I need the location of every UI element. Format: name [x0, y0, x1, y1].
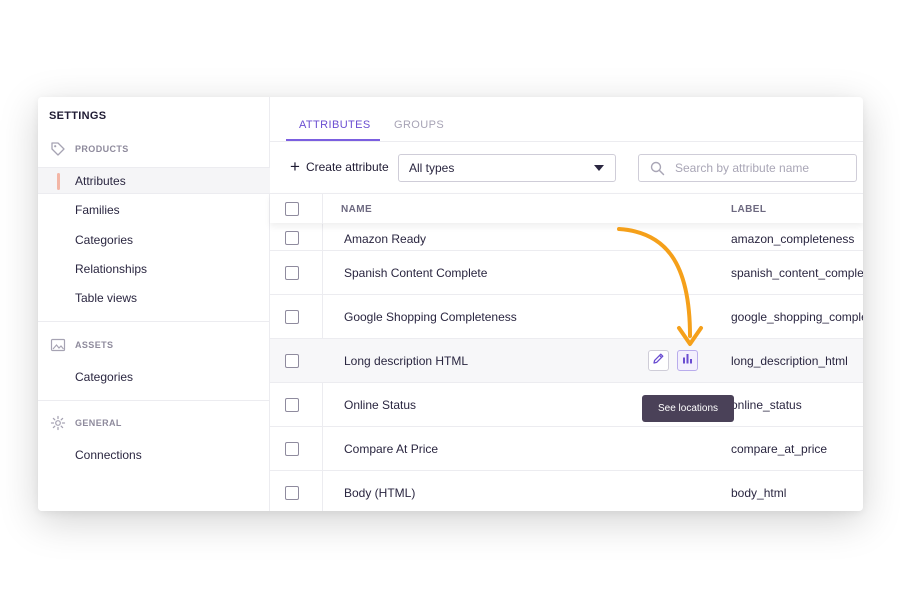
table-row[interactable]: Google Shopping Completeness google_shop… — [270, 295, 863, 339]
type-filter-value: All types — [409, 161, 455, 175]
sidebar-item-label: Table views — [75, 290, 138, 305]
attribute-name: Online Status — [344, 398, 417, 412]
active-tab-underline — [286, 139, 380, 141]
row-checkbox[interactable] — [285, 310, 299, 324]
gear-icon — [50, 415, 66, 431]
active-indicator — [57, 173, 60, 190]
bar-chart-icon — [681, 352, 694, 370]
see-locations-tooltip: See locations — [642, 395, 734, 422]
search-input[interactable] — [675, 161, 845, 175]
section-assets: ASSETS — [50, 335, 113, 355]
row-checkbox[interactable] — [285, 231, 299, 245]
create-attribute-label: Create attribute — [305, 160, 389, 174]
tab-groups[interactable]: GROUPS — [394, 119, 444, 131]
row-checkbox[interactable] — [285, 354, 299, 368]
table-row[interactable]: Online Status online_status — [270, 383, 863, 427]
attribute-label: compare_at_price — [731, 442, 828, 456]
create-attribute-button[interactable]: + Create attribute — [290, 157, 389, 176]
attribute-name: Compare At Price — [344, 442, 439, 456]
sidebar-item-label: Attributes — [75, 173, 126, 188]
table-row[interactable]: Compare At Price compare_at_price — [270, 427, 863, 471]
tab-attributes[interactable]: ATTRIBUTES — [299, 119, 371, 131]
plus-icon: + — [290, 157, 300, 176]
row-checkbox[interactable] — [285, 486, 299, 500]
section-general: GENERAL — [50, 413, 122, 433]
main-panel: ATTRIBUTES GROUPS + Create attribute All… — [270, 97, 863, 511]
search-icon — [650, 161, 665, 179]
column-header-label[interactable]: LABEL — [731, 204, 766, 215]
row-checkbox[interactable] — [285, 442, 299, 456]
settings-card: SETTINGS PRODUCTS Attributes Families Ca… — [38, 97, 863, 511]
caret-down-icon — [594, 165, 604, 171]
section-products: PRODUCTS — [50, 139, 129, 159]
column-separator — [322, 194, 323, 224]
attribute-label: body_html — [731, 486, 787, 500]
sidebar-item-label: Categories — [75, 369, 134, 384]
attribute-label: online_status — [731, 398, 802, 412]
sidebar-item-label: Relationships — [75, 261, 148, 276]
attribute-label: long_description_html — [731, 354, 848, 368]
settings-sidebar: SETTINGS PRODUCTS Attributes Families Ca… — [38, 97, 270, 511]
table-header: NAME LABEL — [270, 193, 863, 224]
type-filter-select[interactable]: All types — [398, 154, 616, 182]
section-label: GENERAL — [75, 418, 122, 428]
attribute-label: spanish_content_complet — [731, 266, 863, 280]
pencil-icon — [652, 352, 665, 370]
attribute-name: Long description HTML — [344, 354, 469, 368]
image-icon — [50, 337, 66, 353]
sidebar-item-label: Families — [75, 202, 120, 217]
sidebar-divider — [38, 400, 270, 401]
table-row[interactable]: Long description HTML long_description_h… — [270, 339, 863, 383]
row-checkbox[interactable] — [285, 266, 299, 280]
select-all-checkbox[interactable] — [285, 202, 299, 216]
sidebar-title: SETTINGS — [49, 110, 107, 122]
sidebar-divider — [38, 321, 270, 322]
tab-bar: ATTRIBUTES GROUPS — [270, 97, 863, 142]
attribute-name: Body (HTML) — [344, 486, 416, 500]
attribute-label: amazon_completeness — [731, 232, 855, 246]
sidebar-item-table-views[interactable]: Table views — [38, 284, 270, 311]
see-locations-button[interactable] — [677, 350, 698, 371]
sidebar-item-categories[interactable]: Categories — [38, 226, 270, 253]
attribute-name: Spanish Content Complete — [344, 266, 488, 280]
row-checkbox[interactable] — [285, 398, 299, 412]
attribute-name: Google Shopping Completeness — [344, 310, 517, 324]
sidebar-item-label: Connections — [75, 447, 142, 462]
sidebar-item-label: Categories — [75, 232, 134, 247]
edit-button[interactable] — [648, 350, 669, 371]
sidebar-item-asset-categories[interactable]: Categories — [38, 363, 270, 390]
attribute-name: Amazon Ready — [344, 232, 427, 246]
table-row[interactable]: Body (HTML) body_html — [270, 471, 863, 511]
attribute-label: google_shopping_comple — [731, 310, 863, 324]
section-label: PRODUCTS — [75, 144, 129, 154]
sidebar-item-connections[interactable]: Connections — [38, 441, 270, 468]
sidebar-item-attributes[interactable]: Attributes — [38, 167, 270, 194]
column-header-name[interactable]: NAME — [341, 204, 372, 215]
tag-icon — [50, 141, 66, 157]
section-label: ASSETS — [75, 340, 114, 350]
search-field[interactable] — [638, 154, 857, 182]
toolbar: + Create attribute All types — [270, 143, 863, 193]
sidebar-item-relationships[interactable]: Relationships — [38, 255, 270, 282]
sidebar-item-families[interactable]: Families — [38, 196, 270, 223]
table-row[interactable]: Spanish Content Complete spanish_content… — [270, 251, 863, 295]
